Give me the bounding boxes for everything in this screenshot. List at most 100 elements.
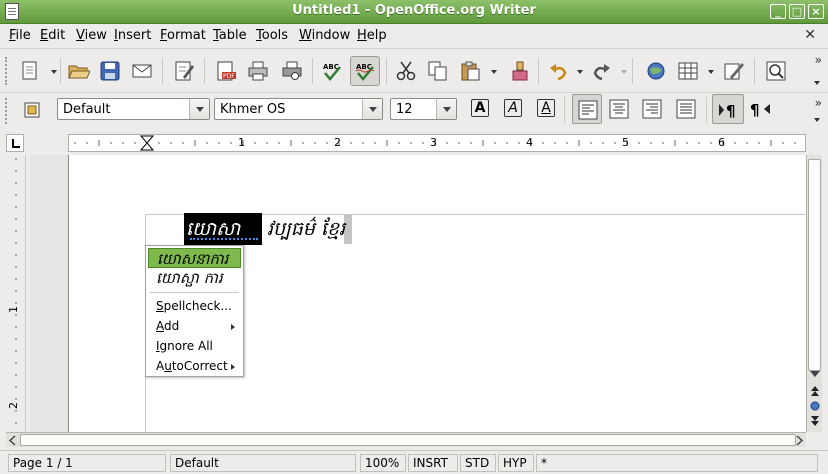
horizontal-scrollbar[interactable] bbox=[6, 432, 806, 447]
formatting-options-icon[interactable] bbox=[814, 118, 820, 122]
window-title: Untitled1 - OpenOffice.org Writer bbox=[292, 3, 536, 18]
redo-dropdown-icon[interactable] bbox=[621, 70, 627, 74]
font-size-value: 12 bbox=[396, 102, 413, 117]
menu-table[interactable]: Table bbox=[213, 28, 247, 43]
spellcheck-icon[interactable]: ABC bbox=[318, 57, 346, 85]
toolbar-overflow-icon[interactable]: » bbox=[815, 53, 822, 67]
zoom-icon[interactable] bbox=[762, 57, 790, 85]
ignore-all-menu-item[interactable]: Ignore All bbox=[148, 336, 241, 356]
next-page-icon[interactable] bbox=[808, 414, 822, 428]
align-left-button[interactable] bbox=[572, 94, 602, 124]
cut-icon[interactable] bbox=[392, 57, 420, 85]
misspelled-selected-word[interactable]: យោសាការ bbox=[184, 213, 262, 272]
tab-stop-selector[interactable] bbox=[6, 134, 24, 152]
right-to-left-button[interactable]: ¶ bbox=[748, 96, 774, 122]
bold-button[interactable]: A bbox=[467, 96, 493, 122]
toolbar-options-icon[interactable] bbox=[814, 81, 820, 85]
autospellcheck-icon[interactable]: ABC bbox=[350, 56, 380, 86]
suggestion-item[interactable]: យោសនាការ bbox=[148, 248, 241, 268]
underline-button[interactable]: A bbox=[533, 96, 559, 122]
align-center-button[interactable] bbox=[606, 96, 632, 122]
undo-icon[interactable] bbox=[544, 57, 572, 85]
scroll-down-arrow-icon[interactable] bbox=[810, 371, 820, 377]
menu-window[interactable]: Window bbox=[299, 28, 350, 43]
export-pdf-icon[interactable]: PDF bbox=[212, 57, 240, 85]
add-menu-item[interactable]: Add bbox=[148, 316, 241, 336]
menu-tools[interactable]: Tools bbox=[256, 28, 288, 43]
print-preview-icon[interactable] bbox=[278, 57, 306, 85]
close-document-icon[interactable]: ✕ bbox=[804, 27, 816, 43]
navigator-icon[interactable] bbox=[642, 57, 670, 85]
italic-button[interactable]: A bbox=[500, 96, 526, 122]
page-style-indicator[interactable]: Default bbox=[170, 454, 356, 472]
open-folder-icon[interactable] bbox=[64, 57, 92, 85]
menu-view[interactable]: View bbox=[76, 28, 107, 43]
toolbar-separator bbox=[386, 58, 387, 84]
formatting-overflow-icon[interactable]: » bbox=[815, 96, 822, 110]
insert-table-icon[interactable] bbox=[674, 57, 702, 85]
toolbar-grip[interactable] bbox=[5, 57, 8, 85]
align-left-icon bbox=[578, 100, 598, 120]
paragraph-style-select[interactable]: Default bbox=[57, 98, 210, 120]
horizontal-ruler[interactable]: 1 2 3 4 5 6 bbox=[68, 134, 806, 152]
toolbar-separator bbox=[754, 58, 755, 84]
font-size-select[interactable]: 12 bbox=[390, 98, 457, 120]
zoom-indicator[interactable]: 100% bbox=[360, 454, 406, 472]
menu-insert[interactable]: Insert bbox=[114, 28, 151, 43]
chevron-down-icon[interactable] bbox=[436, 99, 456, 119]
undo-dropdown-icon[interactable] bbox=[577, 70, 583, 74]
close-window-button[interactable]: × bbox=[808, 4, 824, 19]
chevron-down-icon[interactable] bbox=[189, 99, 209, 119]
toolbar-grip[interactable] bbox=[5, 98, 8, 124]
submenu-arrow-icon bbox=[231, 324, 235, 330]
svg-text:¶: ¶ bbox=[750, 101, 760, 119]
standard-toolbar: PDF ABC ABC » bbox=[0, 48, 828, 92]
styles-and-formatting-icon[interactable] bbox=[18, 96, 46, 124]
maximize-button[interactable]: □ bbox=[789, 4, 805, 19]
menu-help[interactable]: Help bbox=[357, 28, 387, 43]
vertical-scrollbar[interactable] bbox=[806, 155, 822, 432]
vertical-scroll-thumb[interactable] bbox=[808, 159, 821, 371]
insert-table-dropdown-icon[interactable] bbox=[708, 70, 714, 74]
menu-edit[interactable]: Edit bbox=[40, 28, 65, 43]
autocorrect-menu-item[interactable]: AutoCorrect bbox=[148, 356, 241, 376]
chevron-down-icon[interactable] bbox=[362, 99, 382, 119]
minimize-button[interactable]: _ bbox=[770, 4, 786, 19]
justify-button[interactable] bbox=[673, 96, 699, 122]
insert-mode-indicator[interactable]: INSRT bbox=[408, 454, 458, 472]
scroll-right-arrow-icon[interactable] bbox=[794, 434, 804, 447]
save-icon[interactable] bbox=[96, 57, 124, 85]
toolbar-separator bbox=[204, 58, 205, 84]
copy-icon[interactable] bbox=[424, 57, 452, 85]
page-indicator[interactable]: Page 1 / 1 bbox=[8, 454, 166, 472]
new-dropdown-icon[interactable] bbox=[51, 70, 57, 74]
edit-file-icon[interactable] bbox=[170, 57, 198, 85]
paste-icon[interactable] bbox=[456, 57, 484, 85]
hyperlink-mode-indicator[interactable]: HYP bbox=[498, 454, 534, 472]
suggestion-item[interactable]: យោស្ផា ការ bbox=[148, 268, 241, 288]
indent-marker-icon[interactable] bbox=[140, 135, 154, 151]
document-text[interactable]: វប្បធម៌ ខ្មែរ bbox=[267, 213, 407, 245]
scroll-left-arrow-icon[interactable] bbox=[8, 434, 18, 447]
horizontal-scroll-thumb[interactable] bbox=[20, 434, 796, 446]
ruler-ticks bbox=[74, 140, 796, 146]
align-right-button[interactable] bbox=[639, 96, 665, 122]
paste-dropdown-icon[interactable] bbox=[491, 70, 497, 74]
menu-format[interactable]: Format bbox=[160, 28, 206, 43]
show-draw-functions-icon[interactable] bbox=[720, 57, 748, 85]
vertical-ruler[interactable]: 1 2 bbox=[6, 155, 26, 432]
print-icon[interactable] bbox=[244, 57, 272, 85]
spellcheck-menu-item[interactable]: Spellcheck... bbox=[148, 296, 241, 316]
font-name-select[interactable]: Khmer OS bbox=[214, 98, 383, 120]
new-document-icon[interactable] bbox=[16, 57, 44, 85]
left-to-right-button[interactable]: ¶ bbox=[712, 94, 744, 124]
navigation-icon[interactable] bbox=[808, 399, 822, 413]
email-icon[interactable] bbox=[128, 57, 156, 85]
redo-icon[interactable] bbox=[588, 57, 616, 85]
svg-text:PDF: PDF bbox=[223, 73, 235, 80]
menu-file[interactable]: File bbox=[9, 28, 31, 43]
previous-page-icon[interactable] bbox=[808, 384, 822, 398]
selection-mode-indicator[interactable]: STD bbox=[460, 454, 496, 472]
clone-formatting-icon[interactable] bbox=[506, 57, 534, 85]
toolbar-separator bbox=[706, 97, 707, 123]
